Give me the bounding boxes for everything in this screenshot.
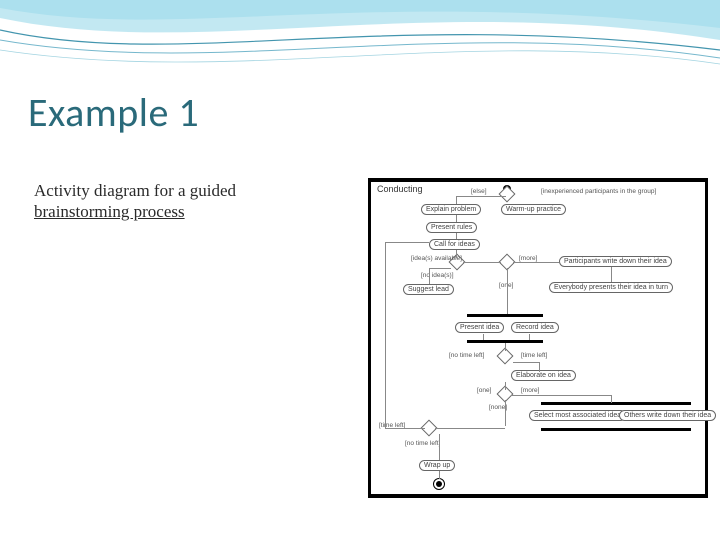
diagram-caption: Activity diagram for a guided brainstorm… [34, 180, 334, 223]
edge [439, 471, 440, 479]
fork-bar-icon [467, 314, 543, 317]
node-wrapup: Wrap up [419, 460, 455, 471]
edge [611, 395, 612, 403]
edge [429, 268, 451, 269]
wave-header-decoration [0, 0, 720, 80]
edge [529, 334, 530, 340]
fork-bar-2-icon [541, 402, 691, 405]
edge [505, 343, 506, 351]
edge [385, 242, 386, 428]
edge [463, 262, 501, 263]
guard-more2: [more] [521, 387, 539, 394]
guard-more1: [more] [519, 255, 537, 262]
node-record-idea: Record idea [511, 322, 559, 333]
edge [456, 196, 457, 204]
node-call-for-ideas: Call for ideas [429, 239, 480, 250]
caption-link[interactable]: brainstorming process [34, 202, 185, 221]
join-bar-2-icon [541, 428, 691, 431]
edge [456, 250, 457, 258]
edge [513, 262, 559, 263]
guard-no-time2: [no time left] [405, 440, 440, 447]
edge [507, 268, 508, 314]
node-warm-up: Warm-up practice [501, 204, 566, 215]
edge [429, 268, 430, 284]
edge [505, 400, 506, 426]
node-elaborate: Elaborate on idea [511, 370, 576, 381]
edge [611, 267, 612, 282]
edge [435, 428, 505, 429]
page-title: Example 1 [28, 88, 199, 137]
decision-experience [499, 186, 516, 203]
guard-no-ideas: [no idea(s)] [421, 272, 454, 279]
edge [505, 382, 506, 390]
guard-else: [else] [471, 188, 487, 195]
edge [456, 215, 457, 222]
node-others-write: Others write down their idea [619, 410, 716, 421]
diagram-frame-label: Conducting [377, 184, 423, 194]
edge [513, 362, 539, 363]
final-node-icon [433, 478, 445, 490]
guard-no-time1: [no time left] [449, 352, 484, 359]
activity-diagram: Conducting [else] [inexperienced partici… [368, 178, 708, 498]
slide: Example 1 Activity diagram for a guided … [0, 0, 720, 540]
node-present-idea: Present idea [455, 322, 504, 333]
node-select-most: Select most associated idea [529, 410, 626, 421]
guard-inexperienced: [inexperienced participants in the group… [541, 188, 656, 195]
edge [385, 242, 429, 243]
node-suggest-lead: Suggest lead [403, 284, 454, 295]
edge [439, 434, 440, 460]
guard-time-left1: [time left] [521, 352, 547, 359]
edge [483, 334, 484, 340]
edge [385, 428, 425, 429]
edge [456, 196, 506, 197]
guard-ideas-available: [idea(s) available] [411, 255, 462, 262]
edge [511, 395, 611, 396]
guard-one2: [one] [477, 387, 491, 394]
node-everybody-presents: Everybody presents their idea in turn [549, 282, 673, 293]
edge [539, 362, 540, 372]
edge [456, 233, 457, 239]
node-participants-write: Participants write down their idea [559, 256, 672, 267]
node-present-rules: Present rules [426, 222, 477, 233]
activity-diagram-canvas: Conducting [else] [inexperienced partici… [371, 182, 705, 494]
caption-text: Activity diagram for a guided [34, 181, 236, 200]
node-explain-problem: Explain problem [421, 204, 481, 215]
